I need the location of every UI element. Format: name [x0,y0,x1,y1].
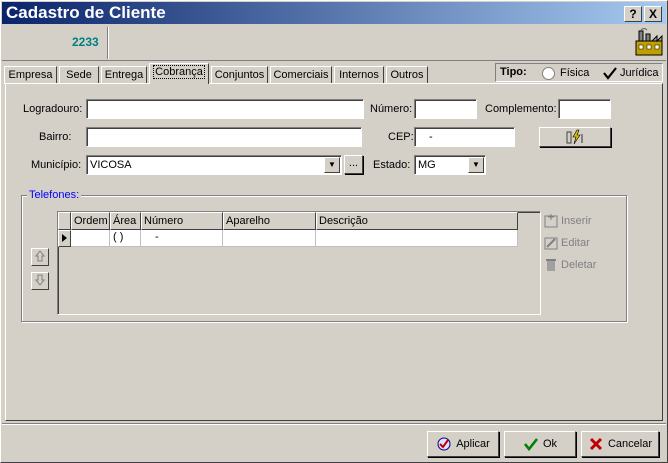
municipio-dropdown-button[interactable]: ▼ [324,157,340,173]
cancelar-button[interactable]: Cancelar [581,431,659,457]
bairro-label: Bairro: [39,131,72,143]
logradouro-label: Logradouro: [23,103,83,115]
grid-corner [58,212,71,230]
municipio-label: Município: [31,159,82,171]
telefones-title: Telefones: [27,189,82,201]
cobranca-panel: Logradouro: Número: Complemento: Bairro:… [5,83,663,421]
col-area[interactable]: Área [110,212,141,230]
estado-dropdown-button[interactable]: ▼ [468,157,484,173]
telefones-grid[interactable]: Ordem Área Número Aparelho Descrição ( )… [57,211,541,315]
tab-conjuntos[interactable]: Conjuntos [211,66,268,84]
cancel-x-icon [589,437,603,451]
complemento-input[interactable] [558,99,611,119]
cell-ordem[interactable] [71,230,110,247]
tab-comerciais[interactable]: Comerciais [270,66,332,84]
numero-label: Número: [370,103,413,115]
apply-icon [437,437,451,451]
municipio-select[interactable]: VICOSA [86,155,342,175]
client-code: 2233 [72,35,99,49]
trash-icon [546,259,556,272]
row-indicator [58,230,71,247]
cep-search-button[interactable] [539,127,611,147]
row-pointer-icon [62,234,67,242]
tipo-label: Tipo: [500,66,527,78]
move-down-button[interactable] [31,272,49,290]
editar-button[interactable]: Editar [543,234,590,252]
tab-entrega[interactable]: Entrega [101,66,147,84]
radio-fisica-label[interactable]: Física [560,67,589,79]
logradouro-input[interactable] [86,99,364,119]
tab-empresa[interactable]: Empresa [4,66,57,84]
cell-area[interactable]: ( ) [110,230,141,247]
col-numero[interactable]: Número [141,212,223,230]
factory-icon [635,28,663,56]
cep-label: CEP: [388,131,414,143]
footer-separator [2,423,666,425]
cell-numero[interactable]: - [141,230,223,247]
inserir-button[interactable]: Inserir [543,212,592,230]
arrow-down-icon [34,274,46,286]
header-separator [107,27,109,59]
help-button[interactable]: ? [624,6,642,22]
close-button[interactable]: X [644,6,662,22]
tab-internos[interactable]: Internos [334,66,384,84]
numero-input[interactable] [414,99,477,119]
telefones-group: Telefones: Ordem Área Número Aparelho De… [21,189,627,322]
header-panel: 2233 [2,25,666,61]
dialog-window: Cadastro de Cliente ? X 2233 Empresa Sed… [0,0,668,463]
tab-sede[interactable]: Sede [59,66,99,84]
estado-label: Estado: [373,159,411,171]
complemento-label: Complemento: [485,103,557,115]
cep-input[interactable]: - [414,127,515,147]
window-title: Cadastro de Cliente [6,3,166,22]
ok-button[interactable]: Ok [504,431,576,457]
aplicar-button[interactable]: Aplicar [427,431,499,457]
deletar-button[interactable]: Deletar [543,256,596,274]
edit-icon [544,237,558,250]
arrow-up-icon [34,250,46,262]
radio-juridica-label[interactable]: Jurídica [620,67,659,79]
col-aparelho[interactable]: Aparelho [223,212,316,230]
move-up-button[interactable] [31,248,49,266]
tab-cobranca[interactable]: Cobrança [149,63,209,84]
municipio-lookup-button[interactable]: ... [344,155,363,174]
col-descricao[interactable]: Descrição [316,212,518,230]
cell-aparelho[interactable] [223,230,316,247]
insert-icon [544,214,558,228]
title-bar: Cadastro de Cliente ? X [2,2,666,24]
lightning-icon [566,129,583,145]
radio-fisica[interactable] [542,67,555,80]
tab-outros[interactable]: Outros [386,66,428,84]
cell-descricao[interactable] [316,230,518,247]
tipo-group: Tipo: Física Jurídica [495,63,663,82]
bairro-input[interactable] [86,127,362,147]
col-ordem[interactable]: Ordem [71,212,110,230]
ok-check-icon [523,438,538,452]
check-icon[interactable] [602,66,618,81]
